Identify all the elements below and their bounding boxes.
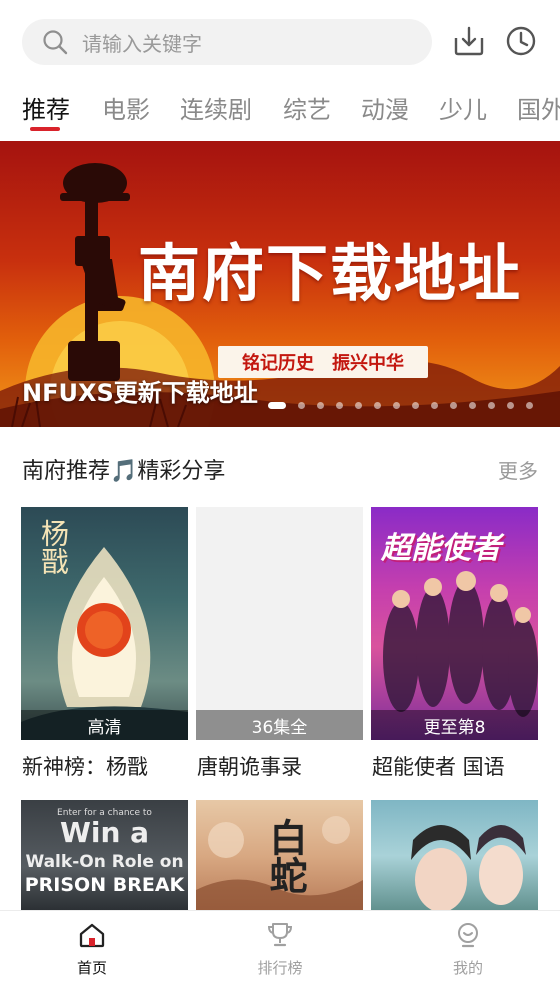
episode-badge: 36集全 [196, 710, 363, 740]
poster-white-snake[interactable]: 白蛇 [196, 800, 363, 912]
nav-ranking[interactable]: 排行榜 [220, 911, 340, 982]
carousel-dot[interactable] [488, 402, 495, 409]
poster-art [411, 825, 526, 912]
more-link[interactable]: 更多 [498, 455, 538, 484]
quality-badge: 高清 [21, 710, 188, 740]
card-title[interactable]: 新神榜：杨戬 [22, 751, 148, 781]
carousel-dot[interactable] [268, 402, 286, 409]
carousel-dot[interactable] [469, 402, 476, 409]
nav-profile[interactable]: 我的 [408, 911, 528, 982]
tab-series[interactable]: 连续剧 [180, 90, 252, 125]
carousel-dot[interactable] [355, 402, 362, 409]
tab-kids[interactable]: 少儿 [439, 90, 487, 125]
poster-title-text: 超能使者 [381, 531, 501, 566]
download-icon[interactable] [452, 24, 486, 58]
poster-line: Win a [59, 816, 150, 849]
active-tab-indicator [30, 127, 60, 131]
category-tabs: 推荐 电影 连续剧 综艺 动漫 少儿 国外 [0, 86, 560, 140]
carousel-indicator [268, 402, 545, 409]
nav-label: 首页 [76, 959, 107, 977]
profile-icon [458, 923, 478, 948]
tab-foreign[interactable]: 国外 [517, 90, 560, 125]
nav-home[interactable]: 首页 [32, 911, 152, 982]
bottom-navigation: 首页 排行榜 我的 [0, 910, 560, 982]
carousel-dot[interactable] [412, 402, 419, 409]
video-card[interactable]: Enter for a chance to Win a Walk-On Role… [21, 800, 188, 912]
carousel-dot[interactable] [374, 402, 381, 409]
carousel-dot[interactable] [298, 402, 305, 409]
video-card[interactable]: 杨戬 高清 新神榜：杨戬 [21, 507, 188, 779]
tab-recommend[interactable]: 推荐 [22, 90, 70, 125]
carousel-dot[interactable] [507, 402, 514, 409]
video-card[interactable]: 白蛇 [196, 800, 363, 912]
poster-animated[interactable] [371, 800, 538, 912]
poster-line: PRISON BREAK [24, 874, 185, 896]
carousel-dot[interactable] [317, 402, 324, 409]
carousel-dot[interactable] [393, 402, 400, 409]
poster-chaoneng[interactable]: 超能使者 更至第8 [371, 507, 538, 740]
carousel-dot[interactable] [431, 402, 438, 409]
banner-carousel[interactable]: 南府下载地址 铭记历史 振兴中华 NFUXS更新下载地址 [0, 141, 560, 427]
card-title[interactable]: 超能使者 国语 [372, 751, 505, 781]
nav-label: 排行榜 [257, 959, 303, 977]
tab-variety[interactable]: 综艺 [283, 90, 331, 125]
history-clock-icon[interactable] [504, 24, 538, 58]
banner-caption: NFUXS更新下载地址 [22, 379, 258, 407]
poster-prison-break[interactable]: Enter for a chance to Win a Walk-On Role… [21, 800, 188, 912]
episode-badge: 更至第8 [371, 710, 538, 740]
video-card[interactable]: 超能使者 更至第8 超能使者 国语 [371, 507, 538, 779]
video-card[interactable]: 36集全 唐朝诡事录 [196, 507, 363, 779]
poster-title-text: 白蛇 [263, 818, 308, 894]
carousel-dot[interactable] [526, 402, 533, 409]
home-icon [79, 923, 105, 948]
poster-line: Walk-On Role on [25, 852, 184, 872]
search-placeholder: 请输入关键字 [82, 31, 202, 56]
carousel-dot[interactable] [450, 402, 457, 409]
poster-yangjian[interactable]: 杨戬 高清 [21, 507, 188, 740]
trophy-icon [267, 923, 293, 947]
search-icon [43, 30, 68, 55]
poster-title-text: 杨戬 [37, 519, 70, 575]
section-title: 南府推荐🎵精彩分享 [22, 459, 226, 484]
tab-movies[interactable]: 电影 [102, 90, 150, 125]
tab-anime[interactable]: 动漫 [361, 90, 409, 125]
video-card[interactable] [371, 800, 538, 912]
search-bar[interactable]: 请输入关键字 [22, 19, 432, 65]
carousel-dot[interactable] [336, 402, 343, 409]
poster-placeholder[interactable]: 36集全 [196, 507, 363, 740]
top-bar: 请输入关键字 [0, 0, 560, 86]
nav-label: 我的 [452, 959, 483, 977]
card-title[interactable]: 唐朝诡事录 [197, 751, 302, 781]
banner-headline: 南府下载地址 [138, 237, 523, 310]
